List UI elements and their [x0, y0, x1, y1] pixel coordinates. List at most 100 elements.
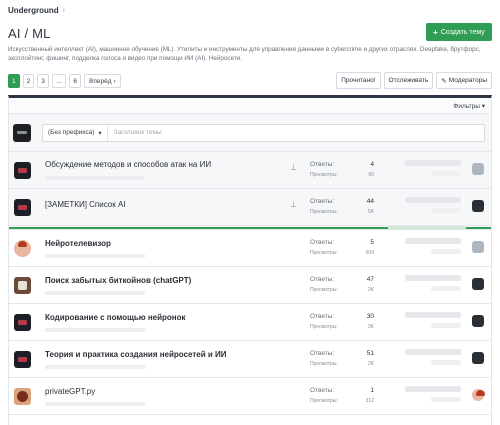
last-poster-avatar[interactable]	[472, 241, 484, 253]
views-label: Просмотры:	[310, 287, 338, 293]
watch-button[interactable]: Отслеживать	[383, 72, 434, 89]
filters-bar: Фильтры ▾	[9, 98, 491, 114]
last-post-info[interactable]	[405, 160, 461, 176]
pin-icon: ⊥	[290, 200, 297, 209]
author-avatar[interactable]	[14, 276, 31, 294]
moderators-button[interactable]: ✎ Модераторы	[436, 72, 492, 89]
last-post-info[interactable]	[405, 275, 461, 291]
replies-count: 1	[370, 387, 374, 394]
thread-stats: Ответы: 4 Просмотры: 60	[310, 160, 374, 180]
prefix-select[interactable]: (Без префикса) ▾	[43, 124, 108, 141]
chevron-right-icon: ›	[113, 77, 116, 85]
views-count: 609	[365, 250, 374, 256]
wrench-icon: ✎	[441, 77, 447, 85]
pin-icon: ⊥	[290, 163, 297, 172]
thread-row[interactable]: Кодирование с помощью нейронок Ответы: 30…	[9, 304, 491, 341]
last-poster-avatar[interactable]	[472, 389, 485, 401]
thread-row[interactable]: privateGPT.py Ответы: 1 Просмотры: 312	[9, 378, 491, 415]
page-1-button[interactable]: 1	[8, 74, 20, 88]
next-page-label: Вперёд	[89, 77, 112, 85]
replies-count: 5	[370, 239, 374, 246]
forum-description: Искусственный интеллект (AI), машинное о…	[8, 46, 481, 62]
thread-stats: Ответы: 30 Просмотры: 3K	[310, 312, 374, 332]
pagination: 1 2 3 … 6 Вперёд ›	[8, 74, 121, 88]
last-post-info[interactable]	[405, 312, 461, 328]
author-avatar[interactable]	[14, 350, 31, 368]
replies-label: Ответы:	[310, 387, 335, 394]
replies-label: Ответы:	[310, 239, 335, 246]
thread-title[interactable]: Обсуждение методов и способов атак на ИИ	[45, 160, 211, 169]
thread-title[interactable]: [ЗАМЕТКИ] Список AI	[45, 200, 126, 209]
replies-count: 47	[366, 276, 374, 283]
quick-thread-form: (Без префикса) ▾	[42, 123, 485, 142]
thread-title-input[interactable]	[107, 124, 484, 141]
views-label: Просмотры:	[310, 398, 338, 404]
thread-stats: Ответы: 5 Просмотры: 609	[310, 238, 374, 258]
moderators-label: Модераторы	[448, 77, 487, 84]
views-count: 3K	[367, 324, 374, 330]
thread-stats: Ответы: 51 Просмотры: 2K	[310, 349, 374, 369]
thread-title[interactable]: Поиск забытых биткойнов (chatGPT)	[45, 276, 191, 285]
mark-read-button[interactable]: Прочитано!	[336, 72, 381, 89]
last-post-info[interactable]	[405, 238, 461, 254]
thread-title[interactable]: Теория и практика создания нейросетей и …	[45, 350, 227, 359]
last-poster-avatar[interactable]	[472, 278, 484, 290]
page-3-button[interactable]: 3	[37, 74, 49, 88]
thread-stats: Ответы: 44 Просмотры: 5K	[310, 197, 374, 217]
page-title: AI / ML	[8, 26, 51, 41]
last-post-info[interactable]	[405, 349, 461, 365]
page-6-button[interactable]: 6	[69, 74, 81, 88]
thread-title[interactable]: Нейротелевизор	[45, 239, 111, 248]
breadcrumb: Underground ›	[8, 6, 65, 15]
caret-down-icon: ▾	[481, 102, 485, 110]
current-user-avatar	[13, 123, 31, 142]
last-poster-avatar[interactable]	[472, 163, 484, 175]
breadcrumb-underground[interactable]: Underground	[8, 6, 59, 15]
replies-count: 4	[370, 161, 374, 168]
thread-title[interactable]: privateGPT.py	[45, 387, 95, 396]
sticky-thread-row[interactable]: Обсуждение методов и способов атак на ИИ…	[9, 152, 491, 189]
quick-thread-row: (Без префикса) ▾	[9, 114, 491, 152]
replies-label: Ответы:	[310, 350, 335, 357]
thread-stats: Ответы: 47 Просмотры: 3K	[310, 275, 374, 295]
forum-actions: Прочитано! Отслеживать ✎ Модераторы	[336, 72, 492, 89]
page-2-button[interactable]: 2	[22, 74, 35, 88]
filters-label: Фильтры	[453, 102, 480, 110]
filters-button[interactable]: Фильтры ▾	[453, 102, 485, 110]
replies-label: Ответы:	[310, 313, 335, 320]
views-count: 2K	[367, 361, 374, 367]
views-count: 3K	[367, 287, 374, 293]
thread-meta-blurred	[45, 176, 145, 180]
last-poster-avatar[interactable]	[472, 352, 484, 364]
author-avatar[interactable]	[14, 387, 31, 405]
next-page-button[interactable]: Вперёд ›	[84, 74, 121, 88]
views-label: Просмотры:	[310, 324, 338, 330]
views-count: 5K	[367, 209, 374, 215]
views-label: Просмотры:	[310, 209, 338, 215]
thread-row[interactable]: Поиск забытых биткойнов (chatGPT) Ответы…	[9, 267, 491, 304]
create-thread-button[interactable]: + Создать тему	[426, 23, 492, 41]
replies-label: Ответы:	[310, 198, 335, 205]
views-label: Просмотры:	[310, 361, 338, 367]
page-ellipsis-button[interactable]: …	[51, 74, 67, 88]
replies-count: 30	[366, 313, 374, 320]
replies-label: Ответы:	[310, 161, 335, 168]
last-post-info[interactable]	[405, 386, 461, 402]
author-avatar[interactable]	[14, 198, 31, 216]
author-avatar[interactable]	[14, 239, 31, 257]
thread-meta-blurred	[45, 328, 145, 332]
caret-down-icon: ▾	[98, 129, 102, 137]
last-post-info[interactable]	[405, 197, 461, 213]
thread-meta-blurred	[45, 291, 145, 295]
prefix-value: (Без префикса)	[48, 129, 95, 136]
thread-row[interactable]: Нейротелевизор Ответы: 5 Просмотры: 609	[9, 230, 491, 267]
thread-title[interactable]: Кодирование с помощью нейронок	[45, 313, 186, 322]
author-avatar[interactable]	[14, 161, 31, 179]
thread-row[interactable]: Теория и практика создания нейросетей и …	[9, 341, 491, 378]
author-avatar[interactable]	[14, 313, 31, 331]
plus-icon: +	[433, 27, 438, 37]
thread-stats: Ответы: 1 Просмотры: 312	[310, 386, 374, 406]
last-poster-avatar[interactable]	[472, 315, 484, 327]
last-poster-avatar[interactable]	[472, 200, 484, 212]
sticky-thread-row[interactable]: [ЗАМЕТКИ] Список AI ⊥ Ответы: 44 Просмотр…	[9, 189, 491, 226]
